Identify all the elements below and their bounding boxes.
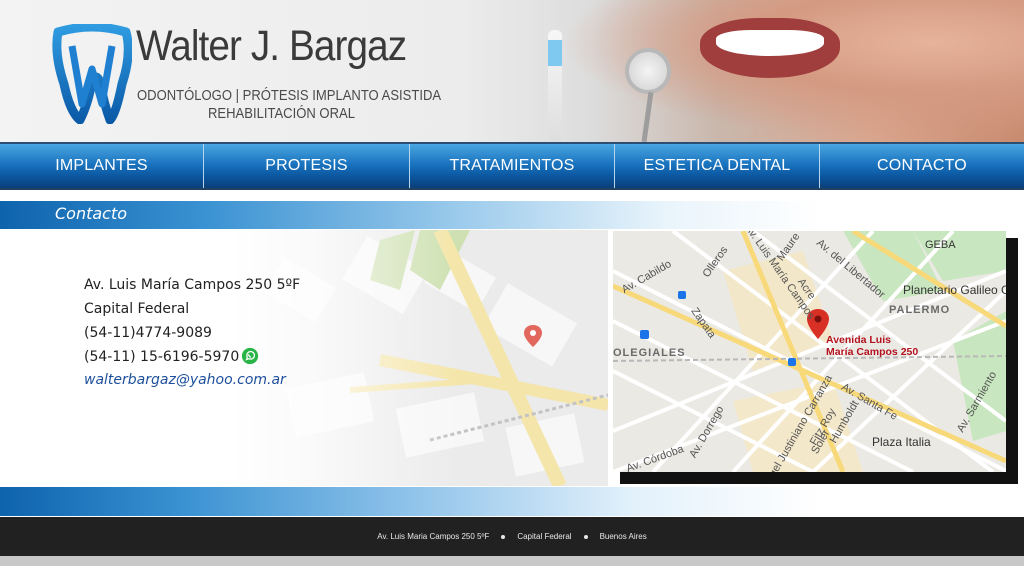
nav-item-estetica-dental[interactable]: ESTETICA DENTAL [615, 144, 820, 188]
nav-item-implantes[interactable]: IMPLANTES [0, 144, 204, 188]
map-label-geba: GEBA [925, 239, 956, 251]
contact-content: Av. Luis María Campos 250 5ºF Capital Fe… [0, 230, 1024, 486]
header-banner: Walter J. Bargaz ODONTÓLOGO | PRÓTESIS I… [0, 0, 1024, 142]
map-pin-label-line1: Avenida Luis [826, 334, 891, 346]
nav-item-protesis[interactable]: PROTESIS [204, 144, 410, 188]
section-title-bar [0, 201, 1024, 229]
phone-number: (54-11)4774-9089 [84, 325, 212, 341]
nav-item-contacto[interactable]: CONTACTO [820, 144, 1024, 188]
page: Walter J. Bargaz ODONTÓLOGO | PRÓTESIS I… [0, 0, 1024, 566]
dental-mirror-image [625, 48, 671, 94]
footer: Av. Luis Maria Campos 250 5ºF Capital Fe… [0, 517, 1024, 556]
map-label-palermo: PALERMO [889, 304, 951, 316]
nav-item-tratamientos[interactable]: TRATAMIENTOS [410, 144, 615, 188]
map-label-plaza-italia: Plaza Italia [872, 435, 931, 449]
main-nav: IMPLANTES PROTESIS TRATAMIENTOS ESTETICA… [0, 142, 1024, 190]
footer-region: Buenos Aires [599, 532, 647, 541]
footer-separator-dot [501, 534, 506, 539]
footer-address: Av. Luis Maria Campos 250 5ºF [377, 532, 490, 541]
footer-city: Capital Federal [517, 532, 572, 541]
brand-subtitle-2: REHABILITACIÓN ORAL [208, 106, 355, 122]
email-link[interactable]: walterbargaz@yahoo.com.ar [84, 372, 286, 388]
toothbrush-bristles [548, 40, 562, 66]
location-map[interactable]: GEBA Planetario Galileo G PALERMO OLEGIA… [613, 231, 1006, 472]
brand-subtitle: ODONTÓLOGO | PRÓTESIS IMPLANTO ASISTIDA [137, 88, 442, 104]
footer-base-strip [0, 556, 1024, 566]
map-label-colegiales: OLEGIALES [613, 347, 686, 359]
tooth-logo-icon[interactable] [52, 24, 132, 124]
address-line: Av. Luis María Campos 250 5ºF [84, 277, 301, 293]
footer-separator-dot [583, 534, 588, 539]
mobile-number: (54-11) 15-6196-5970 [84, 349, 240, 365]
bottom-accent-bar [0, 487, 1024, 516]
map-label-planetario: Planetario Galileo G [903, 283, 1006, 297]
teeth-image [716, 30, 824, 56]
brand-name: Walter J. Bargaz [136, 22, 407, 70]
map-pin-label: Avenida Luis María Campos 250 [826, 334, 918, 358]
map-pin-label-line2: María Campos 250 [826, 346, 919, 358]
background-map-fade [230, 230, 608, 486]
whatsapp-icon[interactable] [241, 347, 259, 365]
page-title: Contacto [55, 204, 128, 223]
city-line: Capital Federal [84, 301, 190, 317]
